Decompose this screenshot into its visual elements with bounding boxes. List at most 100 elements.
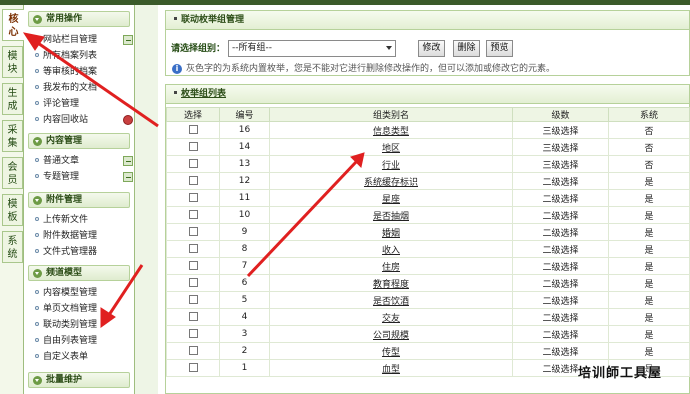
bullet-icon bbox=[35, 174, 39, 178]
bullet-icon bbox=[35, 338, 39, 342]
row-checkbox[interactable] bbox=[188, 176, 198, 185]
group-name-link[interactable]: 是否饮酒 bbox=[269, 291, 513, 309]
row-checkbox[interactable] bbox=[188, 244, 198, 253]
row-checkbox[interactable] bbox=[188, 142, 198, 151]
sidebar-item[interactable]: 评论管理 bbox=[35, 98, 79, 111]
group-name-link[interactable]: 收入 bbox=[269, 240, 513, 258]
panel-header: 联动枚举组管理 bbox=[166, 11, 689, 30]
group-name-link[interactable]: 教育程度 bbox=[269, 274, 513, 292]
vertical-tab-6[interactable]: 系统 bbox=[2, 231, 23, 263]
sidebar-item[interactable]: 所有档案列表 bbox=[35, 50, 97, 63]
row-checkbox[interactable] bbox=[188, 261, 198, 270]
group-name-link[interactable]: 交友 bbox=[269, 308, 513, 326]
row-checkbox[interactable] bbox=[188, 193, 198, 202]
vertical-tab-2[interactable]: 生成 bbox=[2, 83, 23, 115]
group-name-link[interactable]: 行业 bbox=[269, 155, 513, 173]
sidebar-item[interactable]: 自定义表单 bbox=[35, 351, 88, 364]
group-name-link[interactable]: 婚姻 bbox=[269, 223, 513, 241]
bullet-icon bbox=[35, 101, 39, 105]
id-cell: 13 bbox=[219, 155, 270, 173]
system-cell: 是 bbox=[608, 274, 690, 292]
sidebar-item-label: 附件数据管理 bbox=[43, 231, 98, 241]
id-cell: 16 bbox=[219, 121, 270, 139]
group-name-link[interactable]: 地区 bbox=[269, 138, 513, 156]
add-icon[interactable] bbox=[123, 172, 133, 182]
column-header: 系统 bbox=[608, 107, 690, 122]
sidebar-item[interactable]: 内容回收站 bbox=[35, 114, 133, 127]
row-checkbox[interactable] bbox=[188, 363, 198, 372]
row-checkbox[interactable] bbox=[188, 159, 198, 168]
system-cell: 是 bbox=[608, 206, 690, 224]
row-checkbox[interactable] bbox=[188, 329, 198, 338]
sidebar-item[interactable]: 等审核的档案 bbox=[35, 66, 97, 79]
group-name-link[interactable]: 住房 bbox=[269, 257, 513, 275]
group-name-link[interactable]: 信息类型 bbox=[269, 121, 513, 139]
vertical-tab-0[interactable]: 核心 bbox=[2, 9, 25, 41]
row-checkbox[interactable] bbox=[188, 346, 198, 355]
level-cell: 二级选择 bbox=[512, 291, 609, 309]
sidebar-item[interactable]: 内容模型管理 bbox=[35, 287, 97, 300]
sidebar-item-label: 自定义表单 bbox=[43, 352, 89, 362]
id-cell: 11 bbox=[219, 189, 270, 207]
system-cell: 是 bbox=[608, 172, 690, 190]
select-cell bbox=[166, 257, 220, 275]
id-cell: 1 bbox=[219, 359, 270, 377]
row-checkbox[interactable] bbox=[188, 210, 198, 219]
level-cell: 二级选择 bbox=[512, 206, 609, 224]
trash-icon[interactable] bbox=[123, 115, 133, 125]
sidebar-item[interactable]: 附件数据管理 bbox=[35, 230, 97, 243]
sidebar-item[interactable]: 上传新文件 bbox=[35, 214, 88, 227]
edit-button[interactable]: 修改 bbox=[418, 40, 445, 57]
sidebar-item[interactable]: 我发布的文档 bbox=[35, 82, 97, 95]
group-name-link[interactable]: 星座 bbox=[269, 189, 513, 207]
sidebar-section-header[interactable]: 批量维护 bbox=[28, 372, 130, 388]
vertical-tab-bar: 核心模块生成采集会员模板系统 bbox=[0, 5, 25, 394]
sidebar-item[interactable]: 普通文章 bbox=[35, 155, 133, 168]
add-icon[interactable] bbox=[123, 156, 133, 166]
sidebar-item[interactable]: 文件式管理器 bbox=[35, 246, 97, 259]
vertical-tab-1[interactable]: 模块 bbox=[2, 46, 23, 78]
vertical-tab-5[interactable]: 模板 bbox=[2, 194, 23, 226]
collapse-arrow-icon[interactable] bbox=[33, 137, 42, 146]
sidebar-section-header[interactable]: 常用操作 bbox=[28, 11, 130, 27]
sidebar-section-title: 频道模型 bbox=[46, 268, 83, 278]
group-name-link[interactable]: 传型 bbox=[269, 342, 513, 360]
row-checkbox[interactable] bbox=[188, 278, 198, 287]
vertical-tab-3[interactable]: 采集 bbox=[2, 120, 23, 152]
sidebar-section-header[interactable]: 频道模型 bbox=[28, 265, 130, 281]
group-name-link[interactable]: 系统缓存标识 bbox=[269, 172, 513, 190]
level-cell: 二级选择 bbox=[512, 274, 609, 292]
add-icon[interactable] bbox=[123, 35, 133, 45]
sidebar-item[interactable]: 专题管理 bbox=[35, 171, 133, 184]
group-select[interactable]: --所有组-- bbox=[228, 40, 396, 57]
select-cell bbox=[166, 325, 220, 343]
sidebar-section-title: 附件管理 bbox=[46, 195, 83, 205]
collapse-arrow-icon[interactable] bbox=[33, 15, 42, 24]
table-row: 6 教育程度 二级选择是 bbox=[166, 274, 690, 292]
delete-button[interactable]: 删除 bbox=[453, 40, 480, 57]
row-checkbox[interactable] bbox=[188, 312, 198, 321]
id-cell: 4 bbox=[219, 308, 270, 326]
vertical-tab-4[interactable]: 会员 bbox=[2, 157, 23, 189]
group-name-link[interactable]: 血型 bbox=[269, 359, 513, 377]
splitter[interactable] bbox=[135, 5, 158, 394]
collapse-arrow-icon[interactable] bbox=[33, 376, 42, 385]
collapse-arrow-icon[interactable] bbox=[33, 269, 42, 278]
row-checkbox[interactable] bbox=[188, 227, 198, 236]
sidebar-item[interactable]: 自由列表管理 bbox=[35, 335, 97, 348]
row-checkbox[interactable] bbox=[188, 125, 198, 134]
group-name-link[interactable]: 公司规模 bbox=[269, 325, 513, 343]
sidebar-section-header[interactable]: 附件管理 bbox=[28, 192, 130, 208]
sidebar-item[interactable]: 联动类别管理 bbox=[35, 319, 97, 332]
id-cell: 2 bbox=[219, 342, 270, 360]
group-name-link[interactable]: 是否抽烟 bbox=[269, 206, 513, 224]
preview-button[interactable]: 预览 bbox=[486, 40, 513, 57]
bullet-icon bbox=[35, 85, 39, 89]
info-icon: i bbox=[172, 64, 182, 74]
collapse-arrow-icon[interactable] bbox=[33, 196, 42, 205]
chevron-down-icon[interactable] bbox=[386, 46, 392, 50]
sidebar-section-header[interactable]: 内容管理 bbox=[28, 133, 130, 149]
sidebar-item[interactable]: 单页文档管理 bbox=[35, 303, 97, 316]
row-checkbox[interactable] bbox=[188, 295, 198, 304]
sidebar-item[interactable]: 网站栏目管理 bbox=[35, 34, 133, 47]
